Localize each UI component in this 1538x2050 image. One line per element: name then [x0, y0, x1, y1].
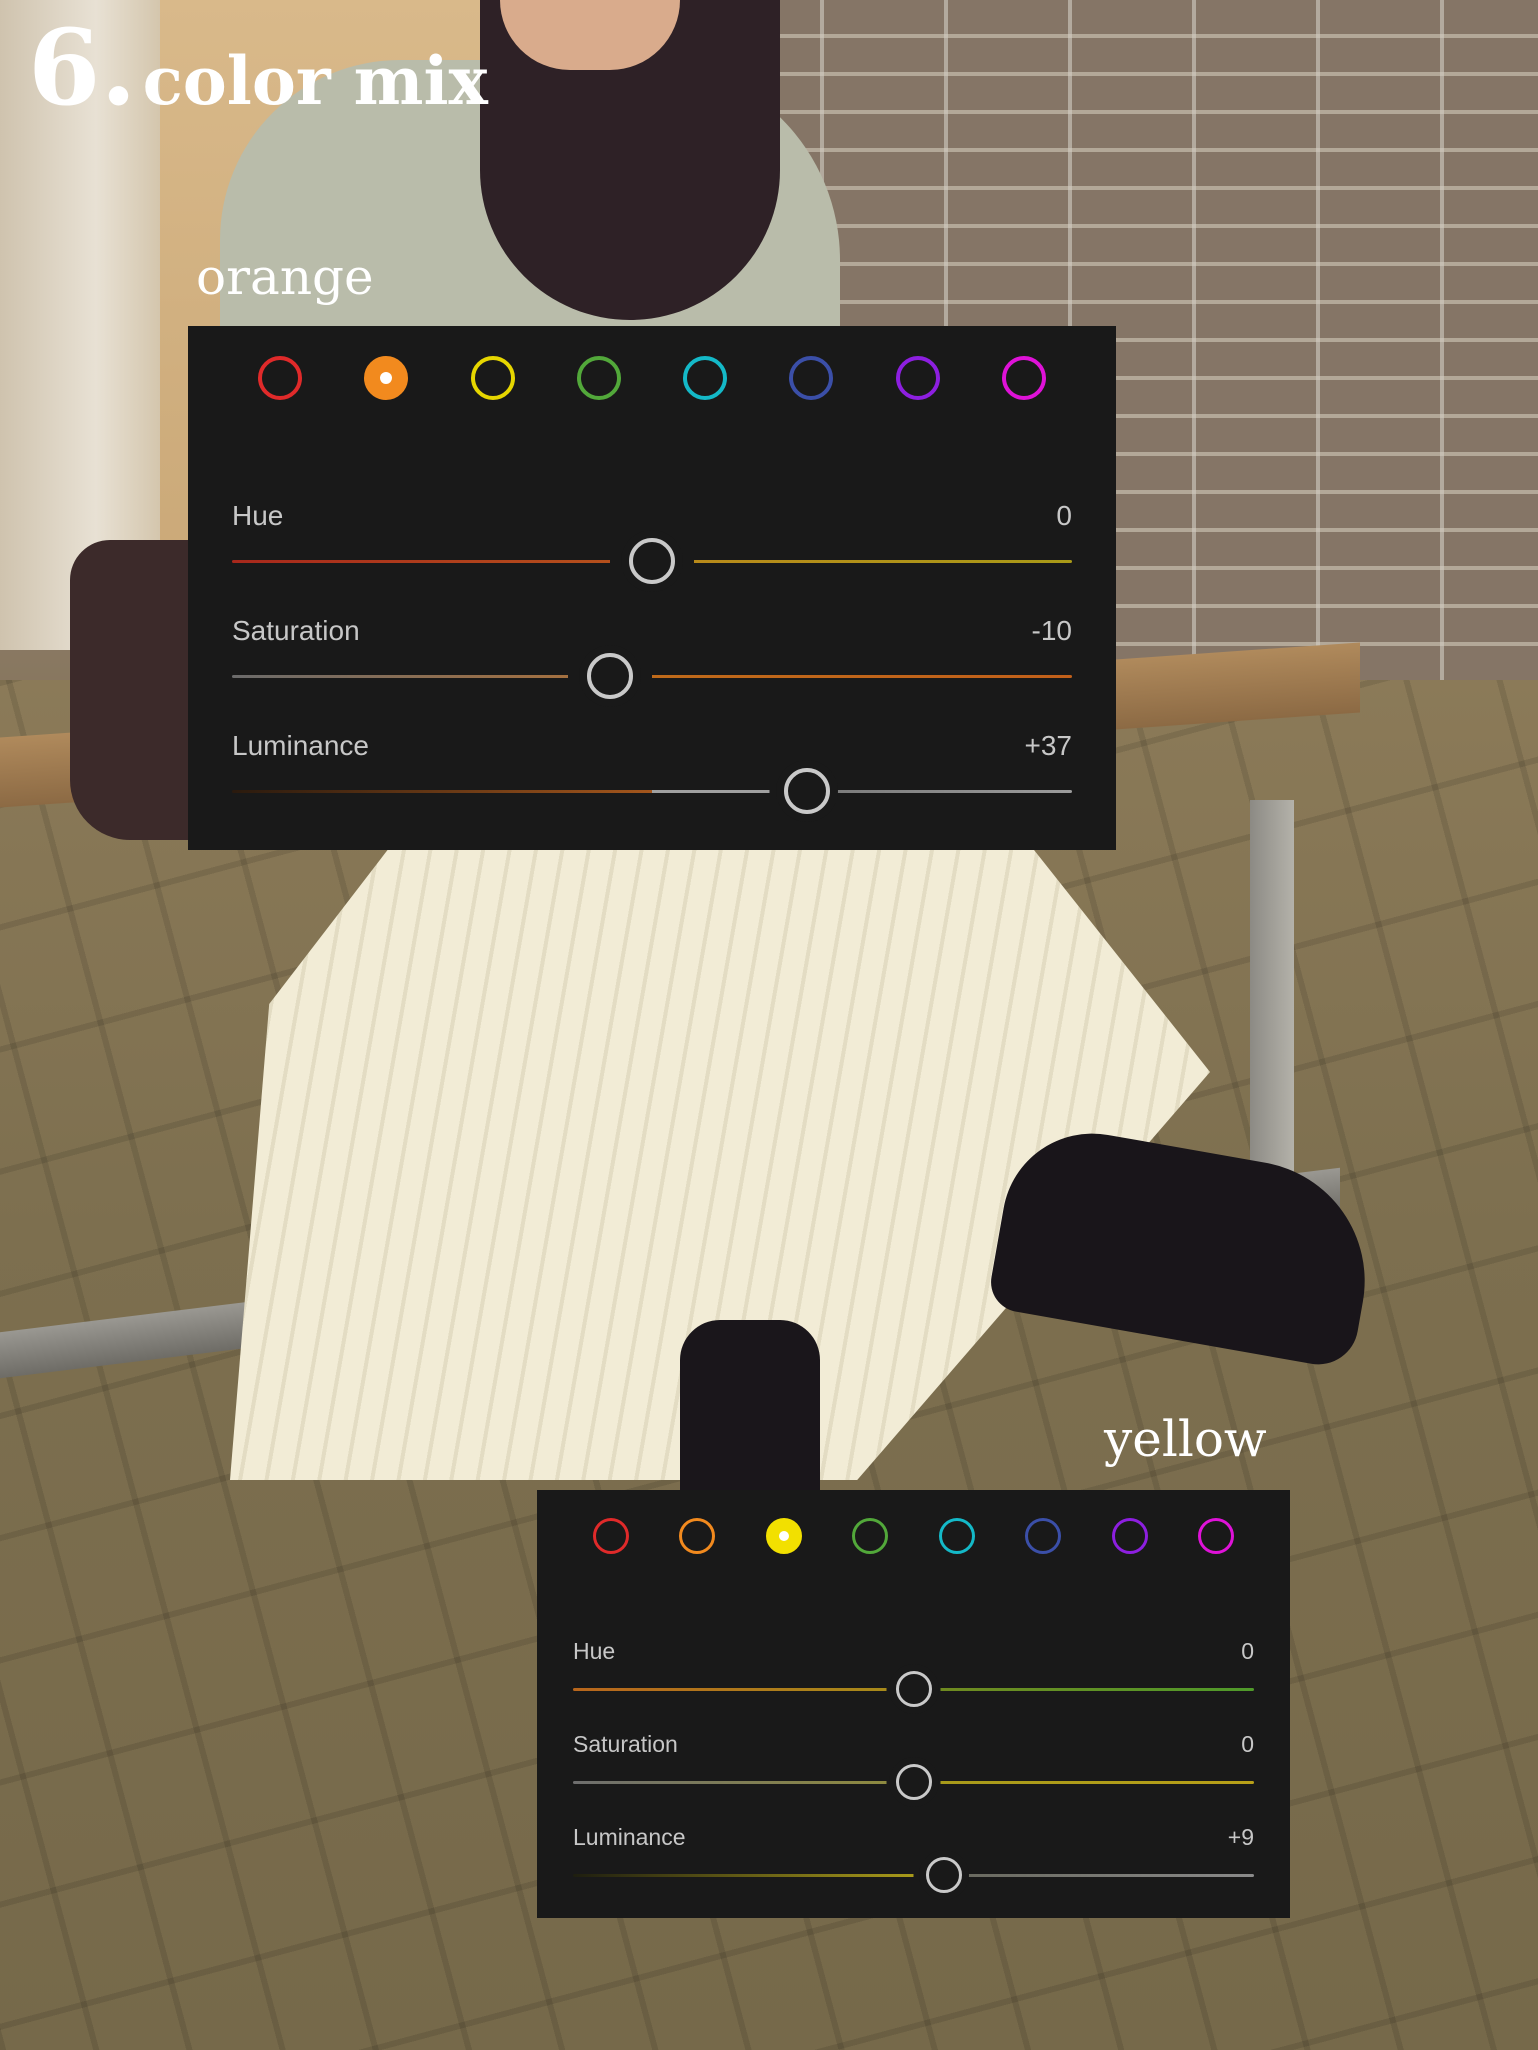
panel-label-yellow: yellow — [1104, 1410, 1267, 1468]
hue-value: 0 — [1241, 1638, 1254, 1664]
swatch-aqua-icon[interactable] — [683, 356, 728, 400]
swatch-orange-icon[interactable] — [364, 356, 409, 400]
luminance-knob[interactable] — [926, 1857, 963, 1893]
color-swatch-row — [258, 356, 1046, 400]
swatch-red-icon[interactable] — [258, 356, 302, 400]
color-swatch-row — [593, 1518, 1234, 1554]
swatch-purple-icon[interactable] — [1111, 1518, 1148, 1554]
swatch-yellow-icon[interactable] — [765, 1518, 802, 1554]
heading-number: 6. — [28, 6, 137, 129]
swatch-blue-icon[interactable] — [1025, 1518, 1062, 1554]
swatch-orange-icon[interactable] — [679, 1518, 716, 1554]
swatch-aqua-icon[interactable] — [938, 1518, 975, 1554]
saturation-track[interactable] — [232, 675, 1072, 678]
selected-dot-icon — [778, 1531, 789, 1541]
swatch-yellow-icon[interactable] — [470, 356, 515, 400]
saturation-label: Saturation — [232, 615, 360, 646]
hue-knob[interactable] — [895, 1671, 932, 1707]
swatch-magenta-icon[interactable] — [1001, 356, 1046, 400]
luminance-value: +9 — [1227, 1824, 1254, 1850]
swatch-purple-icon[interactable] — [895, 356, 940, 400]
hue-label: Hue — [232, 500, 284, 531]
bench-leg — [1250, 800, 1294, 1180]
page-heading: 6.color mix — [28, 6, 488, 129]
saturation-knob[interactable] — [587, 653, 633, 699]
saturation-value: -10 — [1031, 615, 1072, 646]
panel-label-orange: orange — [196, 248, 374, 306]
luminance-value: +37 — [1024, 730, 1073, 761]
luminance-track[interactable] — [573, 1874, 1254, 1877]
luminance-knob[interactable] — [784, 768, 831, 814]
saturation-label: Saturation — [573, 1731, 678, 1757]
swatch-magenta-icon[interactable] — [1197, 1518, 1234, 1554]
selected-dot-icon — [380, 372, 393, 384]
swatch-green-icon[interactable] — [852, 1518, 889, 1554]
swatch-red-icon[interactable] — [593, 1518, 629, 1554]
hue-knob[interactable] — [629, 538, 675, 584]
color-mix-panel-orange: Hue 0 Saturation -10 Luminance +37 — [188, 326, 1116, 850]
luminance-label: Luminance — [232, 730, 369, 761]
hue-value: 0 — [1056, 500, 1072, 531]
swatch-blue-icon[interactable] — [789, 356, 834, 400]
saturation-value: 0 — [1241, 1731, 1254, 1757]
luminance-track[interactable] — [232, 790, 1072, 793]
hue-label: Hue — [573, 1638, 616, 1664]
color-mix-panel-yellow: Hue 0 Saturation 0 Luminance +9 — [537, 1490, 1290, 1918]
luminance-label: Luminance — [573, 1824, 686, 1850]
swatch-green-icon[interactable] — [576, 356, 621, 400]
heading-text: color mix — [142, 42, 488, 120]
saturation-knob[interactable] — [895, 1764, 932, 1800]
